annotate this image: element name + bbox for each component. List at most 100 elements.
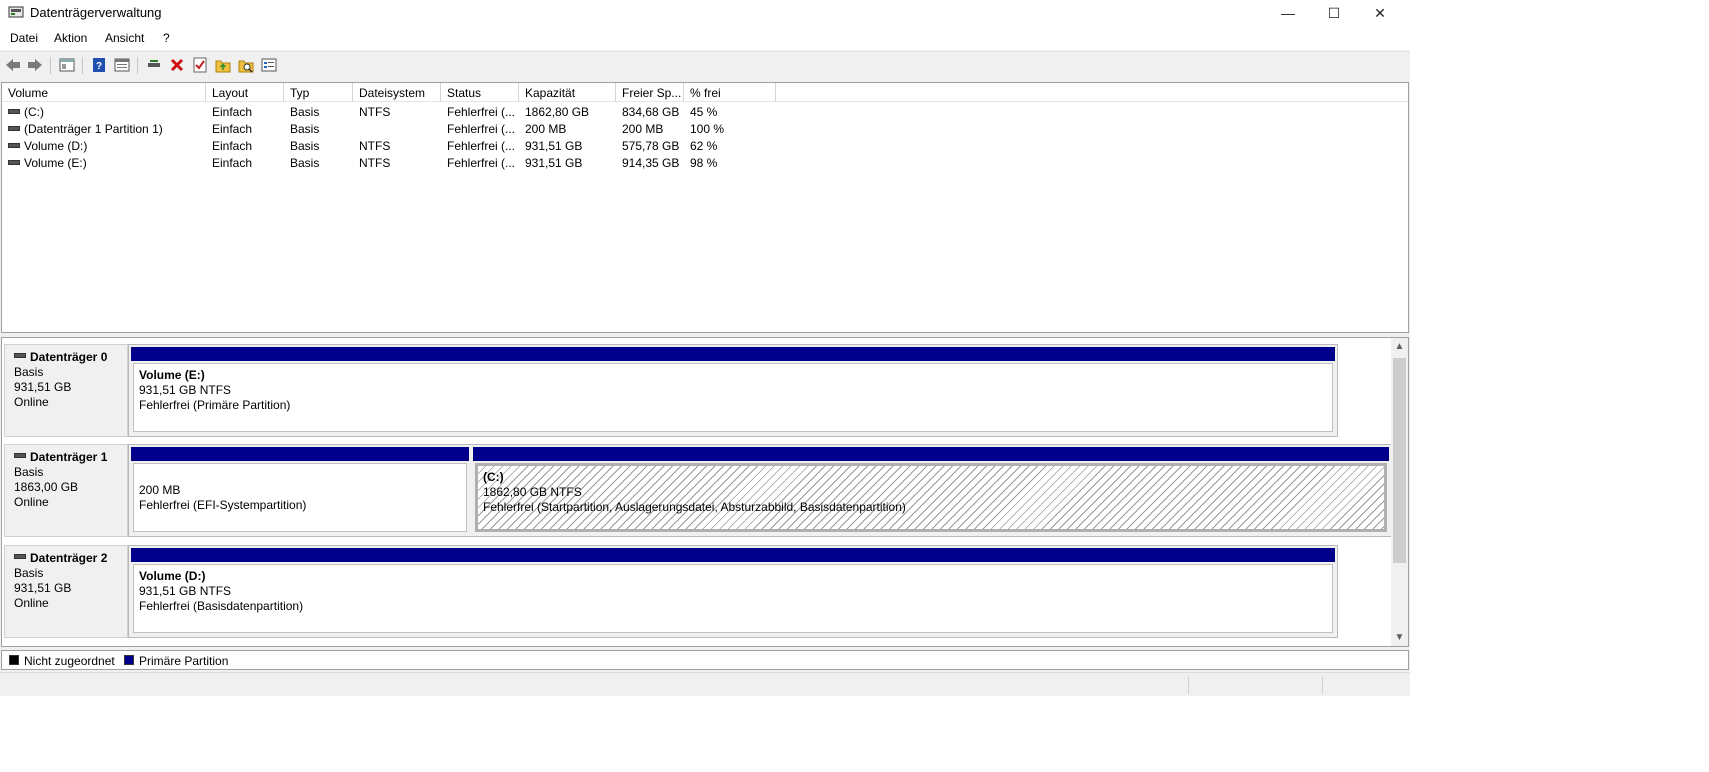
- cell-dateisystem: NTFS: [359, 156, 391, 170]
- maximize-button[interactable]: ☐: [1311, 0, 1357, 26]
- minimize-icon: —: [1281, 5, 1295, 21]
- explore-button[interactable]: [237, 56, 255, 74]
- toolbar-separator: [50, 57, 51, 74]
- forward-button[interactable]: [26, 56, 44, 74]
- legend-label-primary: Primäre Partition: [139, 654, 229, 668]
- cell-status: Fehlerfrei (...: [447, 139, 516, 153]
- column-header-kapazitaet[interactable]: Kapazität: [519, 83, 616, 102]
- explore-icon: [238, 60, 254, 73]
- scroll-down-button[interactable]: ▼: [1391, 629, 1408, 646]
- window-title: Datenträgerverwaltung: [30, 5, 162, 20]
- partition-name-text: (C:): [483, 470, 504, 484]
- settings-list-icon: [261, 58, 277, 72]
- cell-typ: Basis: [290, 139, 320, 153]
- partition-name: Volume (D:): [139, 569, 206, 583]
- cell-prozent-frei: 100 %: [690, 122, 725, 136]
- column-header-status[interactable]: Status: [441, 83, 519, 102]
- disk-1-name: Datenträger 1: [30, 450, 108, 464]
- menu-datei[interactable]: Datei: [10, 31, 38, 45]
- forward-icon: [28, 59, 42, 71]
- column-header-freier-speicher[interactable]: Freier Sp...: [616, 83, 684, 102]
- cell-volume: Volume (E:): [24, 156, 87, 170]
- view-button[interactable]: [113, 56, 131, 74]
- cell-layout: Einfach: [212, 156, 253, 170]
- column-header-layout[interactable]: Layout: [206, 83, 284, 102]
- disk-icon: [14, 353, 26, 359]
- partition-name: (C:): [483, 470, 1384, 485]
- scrollbar-thumb[interactable]: [1393, 358, 1406, 563]
- partition-e[interactable]: Volume (E:) 931,51 GB NTFS Fehlerfrei (P…: [131, 347, 1335, 434]
- partition-status-text: Fehlerfrei (Startpartition, Auslagerungs…: [483, 500, 906, 514]
- legend-swatch-unallocated: [9, 655, 19, 665]
- partition-d[interactable]: Volume (D:) 931,51 GB NTFS Fehlerfrei (B…: [131, 548, 1335, 635]
- minimize-button[interactable]: —: [1265, 0, 1311, 26]
- column-header-empty: [776, 83, 1408, 102]
- disk-2-state: Online: [14, 596, 49, 610]
- console-tree-button[interactable]: [58, 56, 76, 74]
- disk-0-label[interactable]: Datenträger 0 Basis 931,51 GB Online: [4, 344, 128, 437]
- partition-size: 931,51 GB NTFS: [139, 383, 232, 397]
- cell-typ: Basis: [290, 105, 320, 119]
- close-button[interactable]: ✕: [1357, 0, 1403, 26]
- partition-bar: [131, 548, 1335, 562]
- table-row[interactable]: (C:) Einfach Basis NTFS Fehlerfrei (... …: [2, 103, 1402, 120]
- disk-0-state: Online: [14, 395, 49, 409]
- disk-view-scrollbar[interactable]: ▲ ▼: [1391, 338, 1408, 646]
- partition-name: [139, 468, 466, 483]
- cell-kapazitaet: 1862,80 GB: [525, 105, 590, 119]
- partition-body: Volume (E:) 931,51 GB NTFS Fehlerfrei (P…: [133, 363, 1333, 432]
- partition-size-text: 1862,80 GB NTFS: [483, 485, 582, 499]
- disk-2-name: Datenträger 2: [30, 551, 108, 565]
- column-header-typ[interactable]: Typ: [284, 83, 353, 102]
- disk-2-partitions: Volume (D:) 931,51 GB NTFS Fehlerfrei (B…: [128, 545, 1338, 638]
- column-header-prozent-frei[interactable]: % frei: [684, 83, 776, 102]
- partition-status: Fehlerfrei (Basisdatenpartition): [139, 599, 304, 613]
- partition-body: Volume (D:) 931,51 GB NTFS Fehlerfrei (B…: [133, 564, 1333, 633]
- menu-ansicht[interactable]: Ansicht: [105, 31, 144, 45]
- menu-help[interactable]: ?: [163, 31, 170, 45]
- scroll-up-button[interactable]: ▲: [1391, 338, 1408, 355]
- delete-button[interactable]: [168, 56, 186, 74]
- chevron-down-icon: ▼: [1394, 632, 1405, 643]
- disk-2-label[interactable]: Datenträger 2 Basis 931,51 GB Online: [4, 545, 128, 638]
- table-row[interactable]: Volume (E:) Einfach Basis NTFS Fehlerfre…: [2, 154, 1402, 171]
- close-icon: ✕: [1374, 4, 1386, 21]
- table-row[interactable]: (Datenträger 1 Partition 1) Einfach Basi…: [2, 120, 1402, 137]
- open-folder-button[interactable]: [214, 56, 232, 74]
- cell-status: Fehlerfrei (...: [447, 105, 516, 119]
- settings-list-button[interactable]: [260, 56, 278, 74]
- cell-status: Fehlerfrei (...: [447, 156, 516, 170]
- cell-typ: Basis: [290, 156, 320, 170]
- cell-volume: (C:): [24, 105, 44, 119]
- cell-layout: Einfach: [212, 139, 253, 153]
- title-bar: Datenträgerverwaltung — ☐ ✕: [0, 0, 1410, 26]
- column-header-dateisystem[interactable]: Dateisystem: [353, 83, 441, 102]
- cell-prozent-frei: 98 %: [690, 156, 718, 170]
- legend: Nicht zugeordnet Primäre Partition: [1, 650, 1409, 670]
- back-button[interactable]: [4, 56, 22, 74]
- partition-c[interactable]: (C:) 1862,80 GB NTFS Fehlerfrei (Startpa…: [473, 447, 1389, 534]
- partition-status: Fehlerfrei (EFI-Systempartition): [139, 498, 307, 512]
- help-button[interactable]: ?: [90, 56, 108, 74]
- disk-2-type: Basis: [14, 566, 44, 580]
- cell-volume: (Datenträger 1 Partition 1): [24, 122, 163, 136]
- legend-swatch-primary: [124, 655, 134, 665]
- table-row[interactable]: Volume (D:) Einfach Basis NTFS Fehlerfre…: [2, 137, 1402, 154]
- menu-aktion[interactable]: Aktion: [54, 31, 87, 45]
- disk-0-size: 931,51 GB: [14, 380, 72, 394]
- cell-freier-speicher: 914,35 GB: [622, 156, 680, 170]
- partition-efi[interactable]: 200 MB Fehlerfrei (EFI-Systempartition): [131, 447, 469, 534]
- maximize-icon: ☐: [1327, 4, 1341, 21]
- cell-volume: Volume (D:): [24, 139, 88, 153]
- connect-button[interactable]: [145, 56, 163, 74]
- volume-icon: [8, 160, 20, 165]
- properties-icon: [193, 57, 207, 73]
- delete-icon: [170, 58, 184, 72]
- chevron-up-icon: ▲: [1394, 341, 1405, 352]
- legend-label-unallocated: Nicht zugeordnet: [24, 654, 115, 668]
- disk-icon: [14, 453, 26, 459]
- partition-bar: [131, 447, 469, 461]
- properties-button[interactable]: [191, 56, 209, 74]
- column-header-volume[interactable]: Volume: [2, 83, 206, 102]
- disk-1-label[interactable]: Datenträger 1 Basis 1863,00 GB Online: [4, 444, 128, 537]
